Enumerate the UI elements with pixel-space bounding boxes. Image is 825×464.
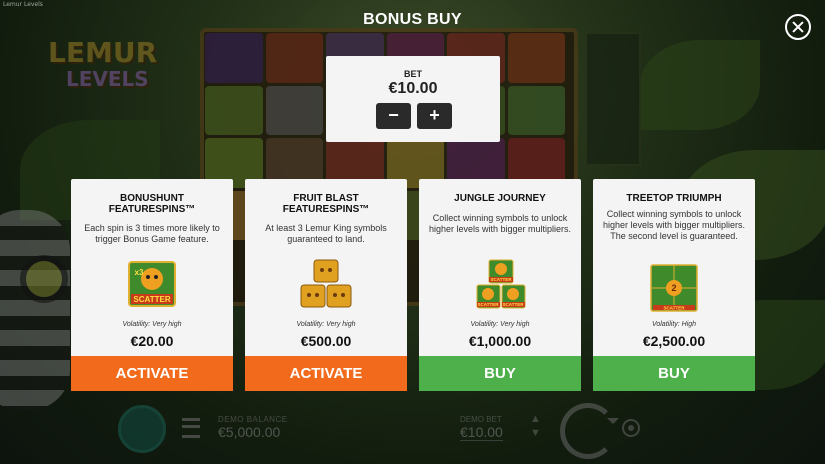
card-price: €20.00 [130, 333, 174, 349]
card-description: Collect winning symbols to unlock higher… [428, 213, 572, 234]
card-description: Collect winning symbols to unlock higher… [602, 209, 746, 241]
feature-card-bonushunt: BONUSHUNT FEATURESPINS™ Each spin is 3 t… [71, 179, 233, 391]
decrease-bet-button[interactable]: − [376, 103, 411, 129]
card-price: €1,000.00 [468, 333, 532, 349]
scatter-text: SCATTER [503, 302, 525, 307]
card-description: Each spin is 3 times more likely to trig… [84, 223, 220, 244]
bet-value: €10.00 [388, 80, 438, 97]
bet-label: BET [404, 69, 422, 79]
card-title: BONUSHUNT FEATURESPINS™ [108, 193, 196, 215]
increase-bet-button[interactable]: + [417, 103, 452, 129]
activate-button[interactable]: ACTIVATE [71, 356, 233, 391]
feature-card-treetop-triumph: TREETOP TRIUMPH Collect winning symbols … [593, 179, 755, 391]
bet-stepper: − + [376, 103, 456, 129]
feature-card-jungle-journey: JUNGLE JOURNEY Collect winning symbols t… [419, 179, 581, 391]
scatter-text: SCATTER [478, 302, 500, 307]
card-title: JUNGLE JOURNEY [454, 193, 546, 204]
card-price: €500.00 [300, 333, 352, 349]
bet-panel: BET €10.00 − + [326, 56, 500, 142]
level-badge: 2 [671, 283, 676, 293]
card-title: FRUIT BLAST FEATURESPINS™ [282, 193, 370, 215]
card-price: €2,500.00 [642, 333, 706, 349]
card-volatility: Volatility: High [651, 321, 697, 328]
scatter-level-icon: 2 SCATTER [650, 264, 698, 312]
buy-button[interactable]: BUY [593, 356, 755, 391]
scatter-badge: x3 [135, 268, 144, 277]
card-title: TREETOP TRIUMPH [626, 193, 722, 204]
card-description: At least 3 Lemur King symbols guaranteed… [265, 223, 387, 244]
bonus-buy-title: BONUS BUY [363, 11, 462, 28]
scatter-text: SCATTER [491, 277, 513, 282]
buy-button[interactable]: BUY [419, 356, 581, 391]
lemur-king-symbol-icon [300, 259, 352, 309]
card-volatility: Volatility: Very high [122, 321, 182, 328]
scatter-text: SCATTER [133, 295, 170, 304]
card-volatility: Volatility: Very high [470, 321, 530, 328]
scatter-symbol-icon: SCATTER x3 [128, 261, 176, 307]
scatter-text: SCATTER [664, 306, 686, 311]
window-title: Lemur Levels [3, 1, 43, 8]
card-volatility: Volatility: Very high [296, 321, 356, 328]
scatter-stack-icon: SCATTER SCATTER SCATTER [476, 259, 526, 309]
close-icon[interactable] [785, 14, 811, 40]
activate-button[interactable]: ACTIVATE [245, 356, 407, 391]
feature-card-fruit-blast: FRUIT BLAST FEATURESPINS™ At least 3 Lem… [245, 179, 407, 391]
